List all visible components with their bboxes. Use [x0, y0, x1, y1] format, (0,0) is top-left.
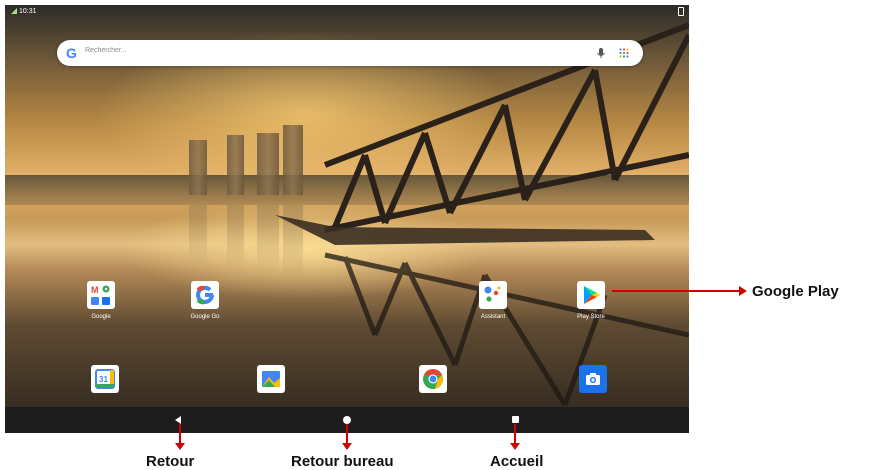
- dock-chrome[interactable]: [403, 365, 463, 398]
- app-assistant[interactable]: Assistant: [463, 281, 523, 320]
- play-store-icon: [577, 281, 605, 309]
- app-google-go[interactable]: Google Go: [175, 281, 235, 320]
- app-label: Google: [91, 314, 111, 320]
- app-label: Assistant: [480, 314, 506, 320]
- retour-arrow: [175, 424, 185, 450]
- google-play-arrow: [612, 286, 747, 296]
- google-folder-icon: M: [87, 281, 115, 309]
- notification-icon: [11, 8, 17, 14]
- annotation-accueil: Accueil: [490, 453, 544, 470]
- app-label: Google Go: [190, 314, 220, 320]
- dock-camera[interactable]: [563, 365, 623, 398]
- app-play-store[interactable]: Play Store: [561, 281, 621, 320]
- camera-icon: [579, 365, 607, 393]
- dock-gallery[interactable]: [241, 365, 301, 398]
- retour-bureau-arrow: [342, 424, 352, 450]
- chrome-icon: [419, 365, 447, 393]
- tablet-home-screen: 10:31 G M Google: [5, 5, 689, 433]
- recents-button[interactable]: [512, 416, 519, 423]
- app-label: Play Store: [577, 314, 605, 320]
- google-go-icon: [191, 281, 219, 309]
- back-button[interactable]: [175, 416, 181, 424]
- mic-icon[interactable]: [595, 47, 607, 59]
- status-bar: 10:31: [5, 5, 689, 19]
- gallery-icon: [257, 365, 285, 393]
- svg-text:M: M: [91, 285, 99, 295]
- calendar-icon: 31: [91, 365, 119, 393]
- annotation-retour: Retour: [146, 453, 195, 470]
- accueil-arrow: [510, 424, 520, 450]
- apps-grid-icon[interactable]: [619, 48, 629, 58]
- annotation-retour-bureau: Retour bureau: [291, 453, 394, 470]
- status-time: 10:31: [19, 8, 37, 15]
- app-google-folder[interactable]: M Google: [71, 281, 131, 320]
- dock-calendar[interactable]: 31: [75, 365, 135, 398]
- assistant-icon: [479, 281, 507, 309]
- svg-text:31: 31: [99, 375, 108, 384]
- annotation-google-play: Google Play: [752, 283, 839, 300]
- search-input[interactable]: [83, 46, 567, 55]
- battery-icon: [678, 7, 684, 16]
- google-g-icon: G: [66, 45, 77, 61]
- home-button[interactable]: [343, 416, 351, 424]
- google-search-bar[interactable]: G: [57, 40, 643, 66]
